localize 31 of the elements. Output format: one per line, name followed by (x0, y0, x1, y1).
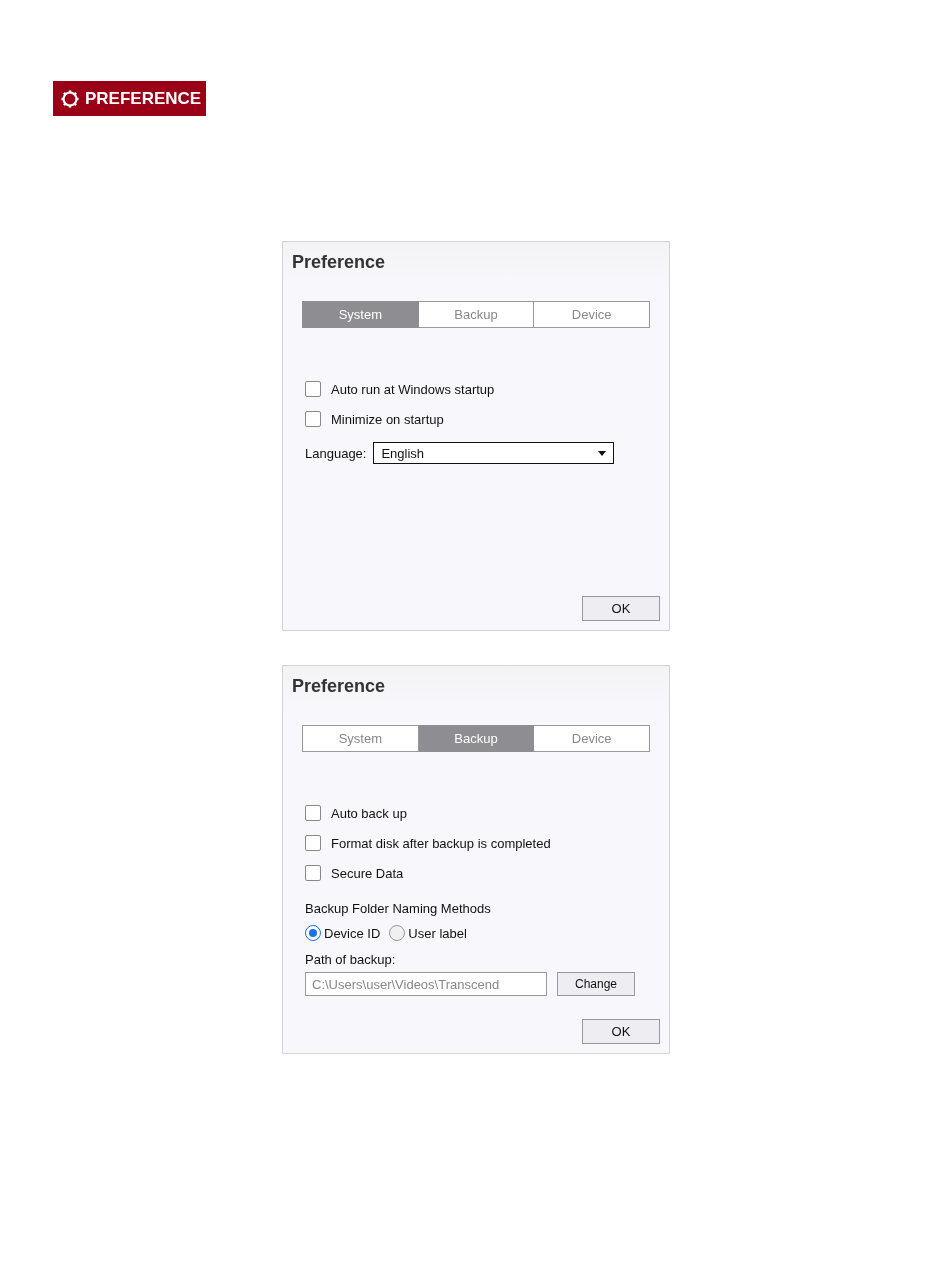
language-dropdown[interactable]: English (373, 442, 615, 464)
gear-icon (61, 89, 79, 108)
group-heading: Backup Folder Naming Methods (305, 900, 492, 918)
field-label: Language: (305, 445, 367, 461)
caret-icon (598, 450, 607, 456)
checkbox[interactable] (305, 835, 321, 851)
radio-button[interactable] (389, 925, 406, 941)
checkbox[interactable] (305, 805, 321, 821)
checkbox[interactable] (305, 411, 321, 427)
checkbox[interactable] (305, 381, 321, 397)
ok-button[interactable]: OK (582, 596, 660, 621)
checkbox-label: Auto run at Windows startup (331, 381, 495, 397)
tab[interactable]: Device (534, 301, 650, 328)
checkbox[interactable] (305, 865, 321, 881)
radio-label: Device ID (324, 925, 381, 941)
radio-button[interactable] (305, 925, 321, 941)
ok-button[interactable]: OK (582, 1019, 660, 1044)
section-title: PREFERENCE (85, 88, 202, 109)
tab[interactable]: Backup (418, 725, 535, 752)
checkbox-label: Secure Data (331, 865, 404, 881)
tab[interactable]: System (302, 725, 419, 752)
path-field[interactable]: C:\Users\user\Videos\Transcend (305, 972, 547, 996)
tab[interactable]: System (302, 301, 419, 328)
field-label: Path of backup: (305, 951, 397, 969)
change-button[interactable]: Change (557, 972, 635, 996)
checkbox-label: Minimize on startup (331, 411, 444, 427)
tab[interactable]: Device (534, 725, 650, 752)
checkbox-label: Auto back up (331, 805, 407, 821)
tab[interactable]: Backup (418, 301, 535, 328)
checkbox-label: Format disk after backup is completed (331, 835, 551, 851)
radio-label: User label (408, 925, 467, 941)
